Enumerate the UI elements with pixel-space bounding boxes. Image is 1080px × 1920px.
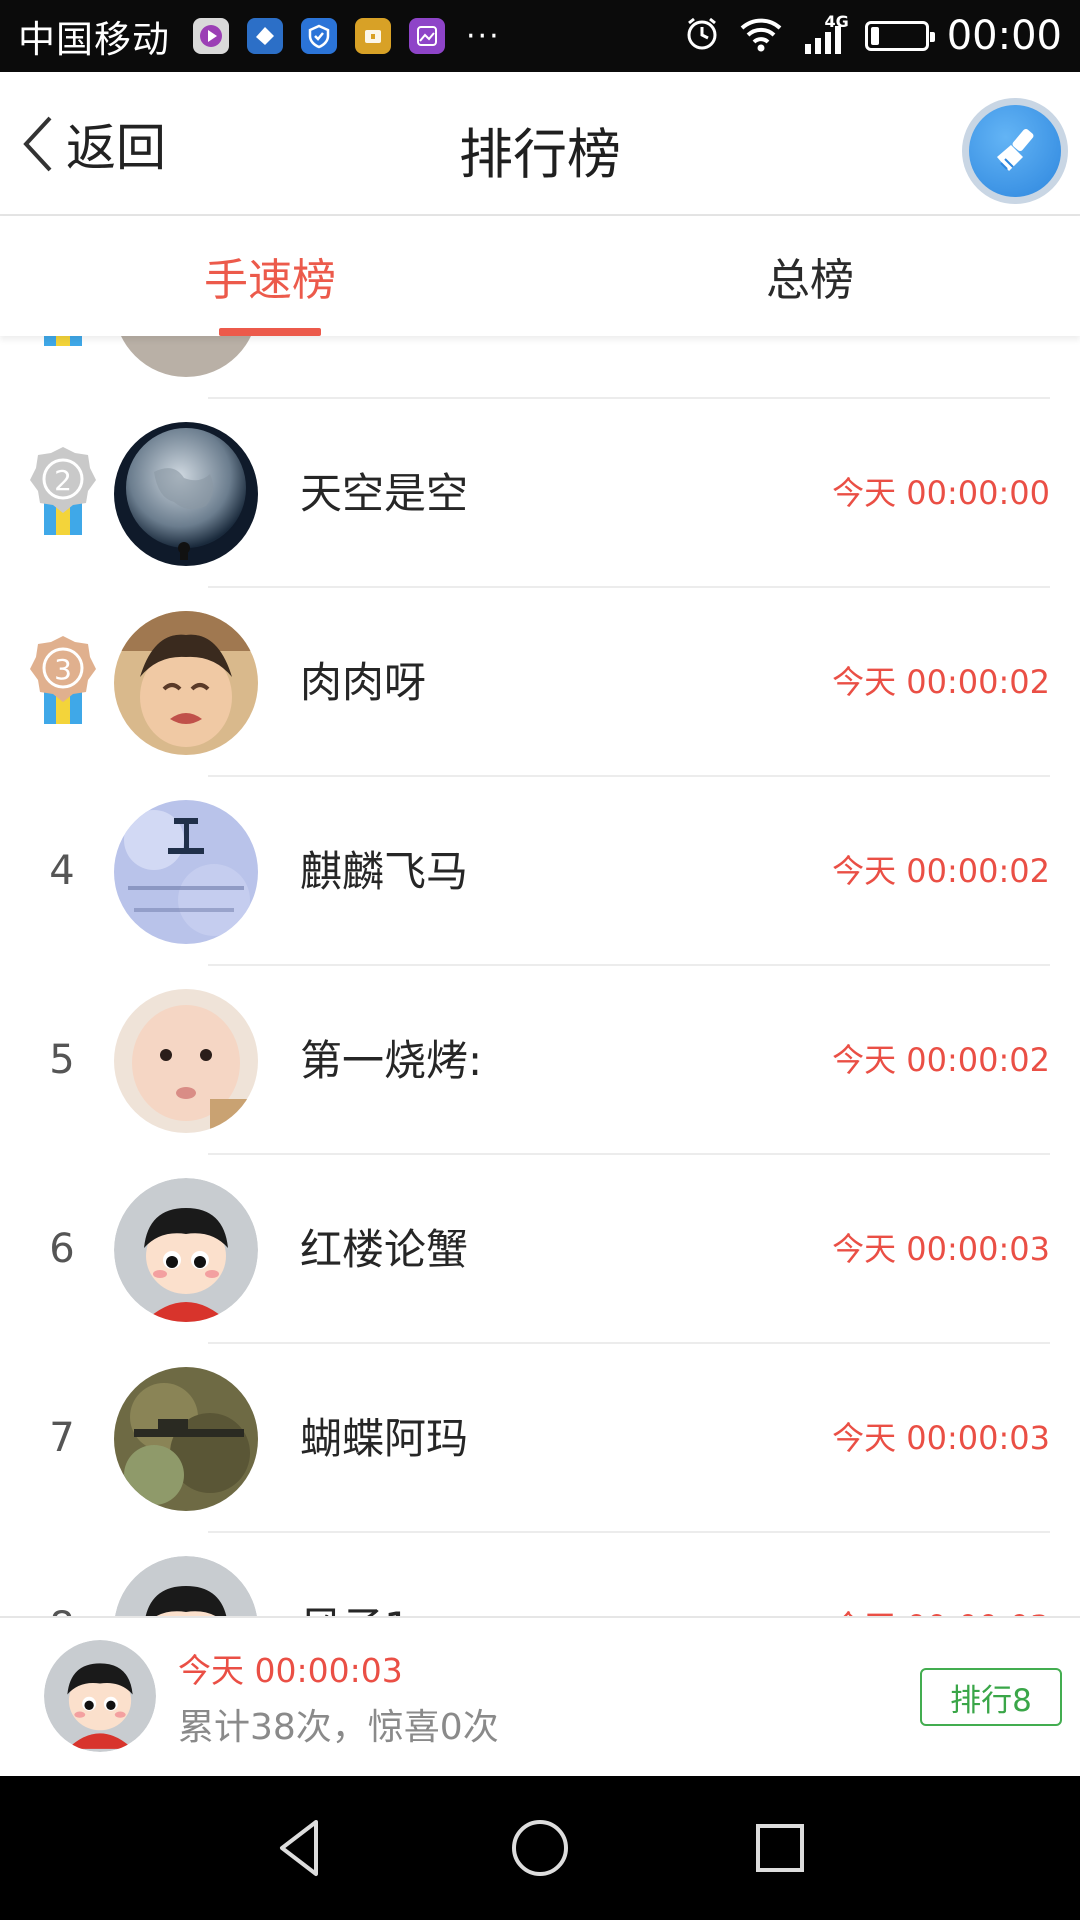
silver-medal-icon: 2 (30, 447, 96, 535)
bronze-medal-icon: 3 (30, 636, 96, 724)
active-tab-indicator (219, 328, 321, 336)
user-name: 天空是空 (300, 469, 469, 518)
recents-nav-icon[interactable] (744, 1812, 816, 1884)
my-avatar (44, 1640, 156, 1752)
user-name: 第一烧烤: (300, 1036, 483, 1085)
status-bar: 中国移动 ··· 4G 00:00 (0, 0, 1080, 72)
home-nav-icon[interactable] (504, 1812, 576, 1884)
tab-label: 手速榜 (204, 255, 336, 306)
user-avatar[interactable] (114, 1367, 258, 1511)
user-name: 麒麟飞马 (300, 847, 469, 896)
user-avatar[interactable] (114, 422, 258, 566)
record-time: 今天 00:00:00 (832, 474, 1050, 512)
ranking-row[interactable]: 4 麒麟飞马 今天 00:00:02 (0, 777, 1080, 966)
carrier-name: 中国移动 (18, 18, 170, 61)
ranking-row[interactable]: 7 蝴蝶阿玛 今天 00:00:03 (0, 1344, 1080, 1533)
page-title: 排行榜 (459, 123, 621, 186)
my-ranking-bar: 今天 00:00:03 累计38次，惊喜0次 排行8 (0, 1616, 1080, 1776)
user-name: 风子1 (300, 1533, 411, 1616)
rank-number: 8 (30, 1533, 94, 1616)
ranking-row[interactable]: 8 风子1 今天 00:00:03 (0, 1533, 1080, 1616)
user-name: 蝴蝶阿玛 (300, 1414, 469, 1463)
user-avatar[interactable] (114, 336, 258, 377)
my-best-time: 今天 00:00:03 (178, 1651, 403, 1690)
tab-bar: 手速榜 总榜 (0, 216, 1080, 336)
user-name: 红楼论蟹 (300, 1225, 469, 1274)
clean-button[interactable] (962, 98, 1068, 204)
folder-app-icon (355, 18, 391, 54)
gallery-app-icon (409, 18, 445, 54)
record-time: 今天 00:00:02 (832, 852, 1050, 890)
rank-number: 4 (49, 848, 75, 894)
ranking-row[interactable]: 3 肉肉呀 今天 00:00:02 (0, 588, 1080, 777)
system-nav-bar (0, 1776, 1080, 1920)
broom-icon (969, 105, 1061, 197)
tab-speed-ranking[interactable]: 手速榜 (0, 216, 540, 336)
gold-medal-icon: 1 (44, 336, 82, 346)
my-rank-badge[interactable]: 排行8 (920, 1668, 1062, 1726)
my-stats: 累计38次，惊喜0次 (178, 1707, 499, 1748)
tab-overall-ranking[interactable]: 总榜 (540, 216, 1080, 336)
rank-number: 7 (49, 1415, 75, 1461)
user-avatar[interactable] (114, 800, 258, 944)
record-time: 今天 00:00:03 (832, 1230, 1050, 1268)
alarm-icon (683, 15, 721, 57)
record-time: 今天 00:00:02 (832, 663, 1050, 701)
rank-number: 6 (49, 1226, 75, 1272)
more-notifications-icon: ··· (466, 18, 501, 54)
rank-number: 5 (49, 1037, 75, 1083)
record-time: 今天 00:00:03 (832, 1533, 1050, 1616)
signal-icon: 4G (801, 12, 849, 56)
medal-rank-number: 3 (54, 653, 72, 686)
user-name: 肉肉呀 (300, 658, 427, 707)
user-avatar[interactable] (114, 1556, 258, 1616)
vpn-app-icon (247, 18, 283, 54)
ranking-list-content: 12天空是空今天 00:00:003肉肉呀今天 00:00:024麒麟飞马今天 … (0, 336, 1080, 1616)
battery-level (870, 27, 879, 45)
ranking-list[interactable]: 12天空是空今天 00:00:003肉肉呀今天 00:00:024麒麟飞马今天 … (0, 336, 1080, 1616)
medal-rank-number: 2 (54, 464, 72, 497)
user-avatar[interactable] (114, 1178, 258, 1322)
back-nav-icon[interactable] (264, 1812, 336, 1884)
record-time: 今天 00:00:03 (832, 1419, 1050, 1457)
app-header: 返回 排行榜 (0, 72, 1080, 216)
user-avatar[interactable] (114, 989, 258, 1133)
battery-icon (864, 21, 935, 51)
ranking-row[interactable]: 5 第一烧烤: 今天 00:00:02 (0, 966, 1080, 1155)
shield-app-icon (301, 18, 337, 54)
video-app-icon (193, 18, 229, 54)
tab-label: 总榜 (766, 255, 854, 306)
clock: 00:00 (946, 13, 1062, 59)
ranking-row[interactable]: 6 红楼论蟹 今天 00:00:03 (0, 1155, 1080, 1344)
wifi-icon (739, 16, 783, 56)
record-time: 今天 00:00:02 (832, 1041, 1050, 1079)
ranking-row[interactable]: 2 天空是空 今天 00:00:00 (0, 399, 1080, 588)
ranking-row[interactable]: 1 (0, 336, 1080, 399)
user-avatar[interactable] (114, 611, 258, 755)
